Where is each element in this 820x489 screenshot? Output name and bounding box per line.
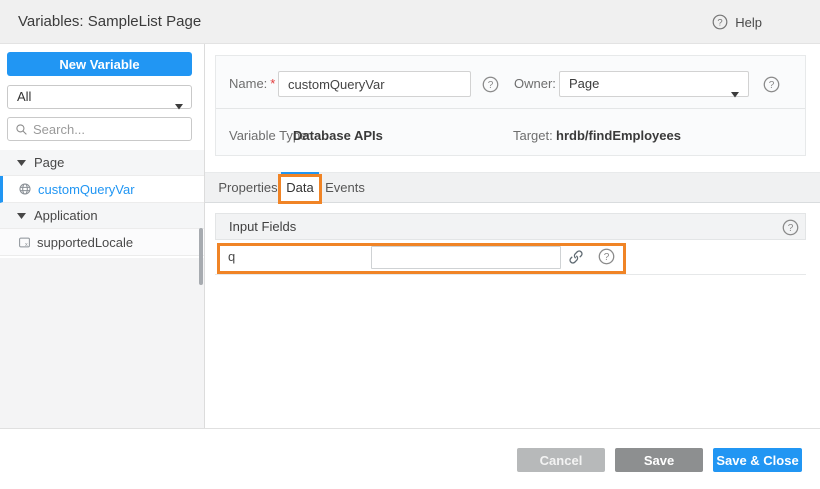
svg-text:?: ? [769, 80, 775, 91]
filter-selected-value: All [17, 89, 31, 104]
owner-label: Owner:* [514, 76, 564, 91]
detail-tabbar: Properties Data Events [205, 172, 820, 203]
field-value-input[interactable] [371, 246, 561, 269]
panel-divider [216, 108, 805, 109]
save-button[interactable]: Save [615, 448, 703, 472]
svg-text:?: ? [488, 80, 494, 91]
service-variable-icon [18, 182, 32, 196]
caret-down-icon [17, 160, 26, 166]
tree-group-page[interactable]: Page [0, 150, 204, 176]
tree-item-customqueryvar[interactable]: customQueryVar [0, 176, 204, 203]
chevron-down-icon [731, 82, 739, 106]
variable-tree: Page customQueryVar Application [0, 150, 204, 256]
tree-item-supportedlocale[interactable]: x supportedLocale [0, 229, 204, 256]
name-input[interactable] [278, 71, 471, 97]
field-help-icon[interactable]: ? [598, 248, 615, 265]
bind-link-icon[interactable] [568, 249, 584, 265]
target-value: hrdb/findEmployees [556, 128, 681, 143]
cancel-button[interactable]: Cancel [517, 448, 605, 472]
variable-summary-panel: Name:* ? Owner:* Page [215, 55, 806, 156]
svg-text:?: ? [718, 17, 723, 28]
new-variable-button[interactable]: New Variable [7, 52, 192, 76]
variables-sidebar: New Variable All Page [0, 44, 205, 428]
input-fields-help-icon[interactable]: ? [782, 219, 799, 236]
svg-text:?: ? [788, 223, 794, 234]
owner-select[interactable]: Page [559, 71, 749, 97]
variable-search [7, 117, 192, 141]
help-label: Help [735, 15, 762, 30]
input-fields-title: Input Fields [229, 219, 296, 234]
dialog-header: Variables: SampleList Page ? Help [0, 0, 820, 44]
owner-help-icon[interactable]: ? [763, 76, 780, 93]
search-input[interactable] [33, 122, 184, 137]
input-field-row: q ? [215, 240, 806, 275]
variable-detail-panel: Name:* ? Owner:* Page [205, 44, 820, 428]
name-help-icon[interactable]: ? [482, 76, 499, 93]
required-asterisk: * [270, 76, 275, 91]
owner-selected-value: Page [569, 76, 599, 91]
save-and-close-button[interactable]: Save & Close [713, 448, 802, 472]
name-label: Name:* [229, 76, 275, 91]
tree-item-label: customQueryVar [38, 182, 135, 197]
tab-properties[interactable]: Properties [216, 173, 280, 203]
variable-type-value: Database APIs [293, 128, 383, 143]
active-tab-indicator [281, 172, 319, 175]
help-button[interactable]: ? Help [712, 0, 762, 44]
caret-down-icon [17, 213, 26, 219]
tree-group-label: Page [34, 155, 64, 170]
svg-text:x: x [25, 241, 28, 247]
target-label: Target: [513, 128, 553, 143]
variable-filter-select[interactable]: All [7, 85, 192, 109]
sidebar-scrollbar[interactable] [199, 228, 203, 285]
tree-group-label: Application [34, 208, 98, 223]
input-fields-header: Input Fields ? [215, 213, 806, 240]
sidebar-empty-area [0, 258, 204, 428]
tab-events[interactable]: Events [322, 173, 368, 203]
model-variable-icon: x [18, 236, 31, 249]
chevron-down-icon [175, 95, 183, 117]
dialog-footer: Cancel Save Save & Close [0, 428, 820, 489]
page-title: Variables: SampleList Page [18, 0, 201, 44]
field-name-label: q [228, 240, 235, 273]
svg-text:?: ? [604, 252, 610, 263]
tree-group-application[interactable]: Application [0, 203, 204, 229]
tab-data[interactable]: Data [281, 173, 319, 203]
help-circle-icon: ? [712, 14, 728, 30]
variables-dialog: Variables: SampleList Page ? Help New Va… [0, 0, 820, 489]
tree-item-label: supportedLocale [37, 235, 133, 250]
search-icon [15, 123, 28, 136]
input-fields-section: Input Fields ? q [215, 213, 806, 275]
